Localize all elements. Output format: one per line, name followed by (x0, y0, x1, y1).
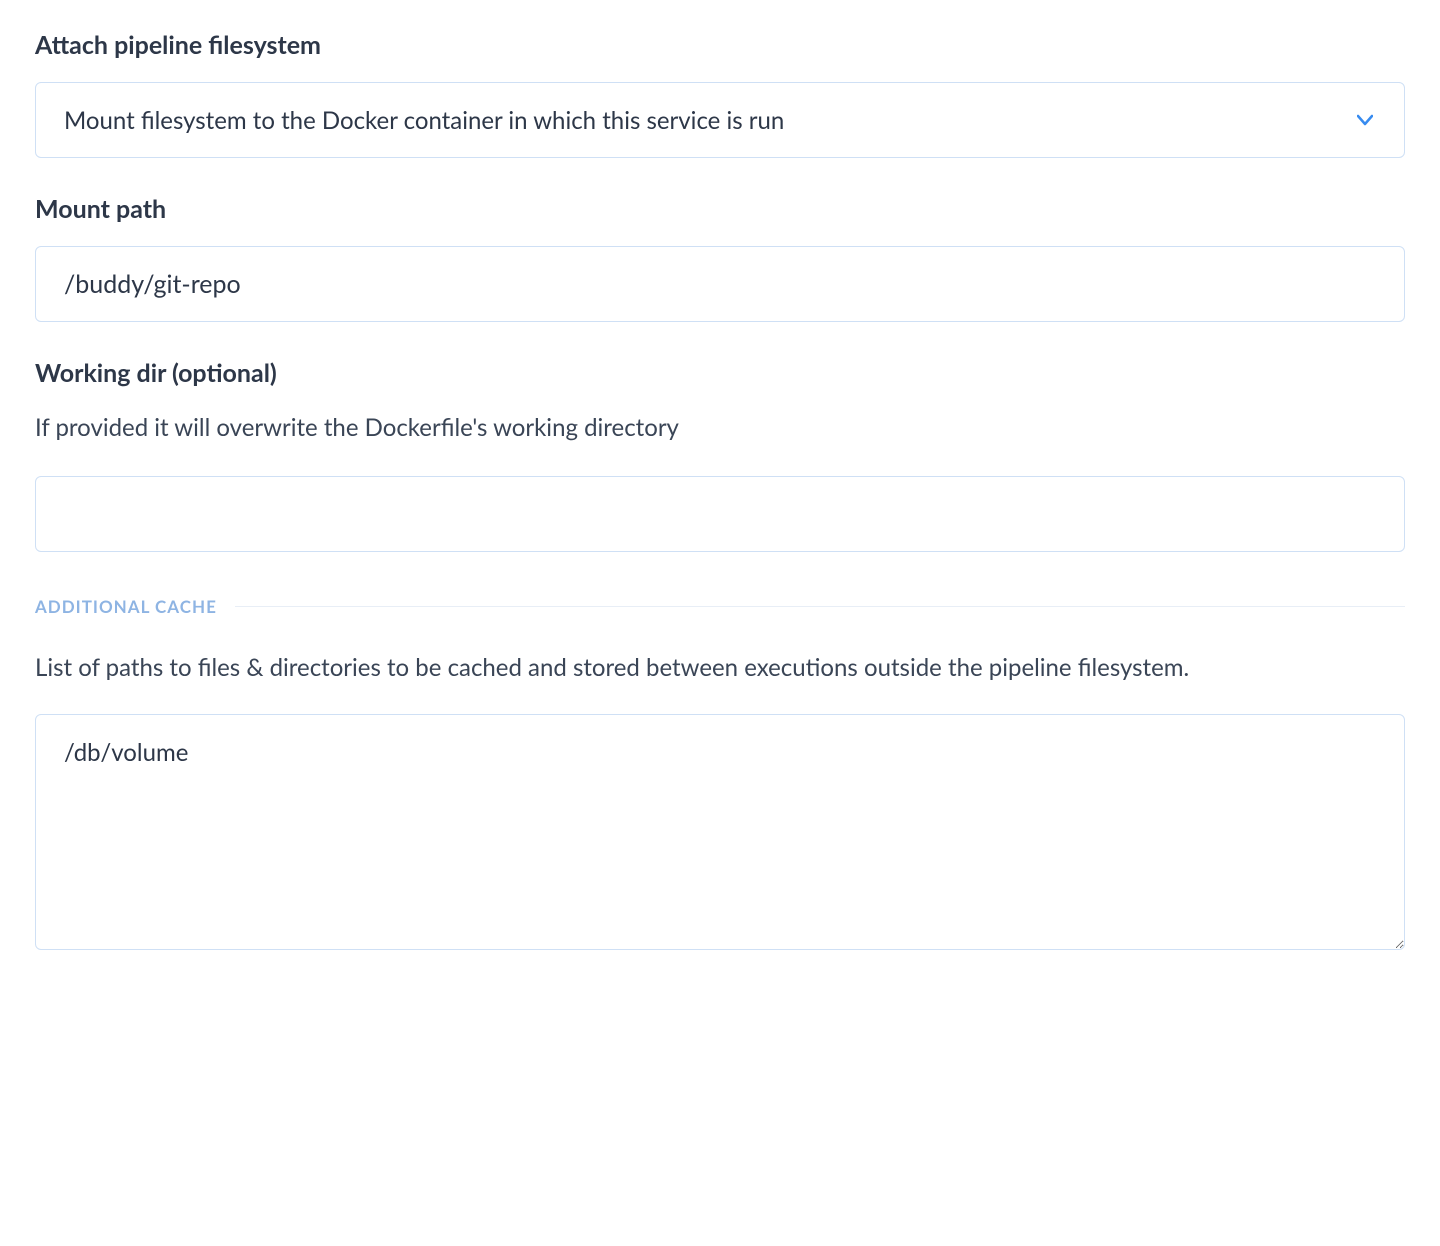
working-dir-group: Working dir (optional) If provided it wi… (35, 358, 1405, 552)
working-dir-helper: If provided it will overwrite the Docker… (35, 410, 1405, 446)
additional-cache-textarea[interactable] (35, 714, 1405, 950)
additional-cache-divider: ADDITIONAL CACHE (35, 596, 1405, 617)
attach-filesystem-select[interactable]: Mount filesystem to the Docker container… (35, 82, 1405, 158)
mount-path-label: Mount path (35, 194, 1405, 224)
divider-line (235, 606, 1405, 607)
working-dir-input[interactable] (35, 476, 1405, 552)
attach-filesystem-group: Attach pipeline filesystem Mount filesys… (35, 30, 1405, 158)
mount-path-input[interactable] (35, 246, 1405, 322)
mount-path-group: Mount path (35, 194, 1405, 322)
attach-filesystem-label: Attach pipeline filesystem (35, 30, 1405, 60)
additional-cache-section-label: ADDITIONAL CACHE (35, 596, 235, 617)
additional-cache-description: List of paths to files & directories to … (35, 649, 1405, 686)
working-dir-label: Working dir (optional) (35, 358, 1405, 388)
attach-filesystem-select-wrapper: Mount filesystem to the Docker container… (35, 82, 1405, 158)
